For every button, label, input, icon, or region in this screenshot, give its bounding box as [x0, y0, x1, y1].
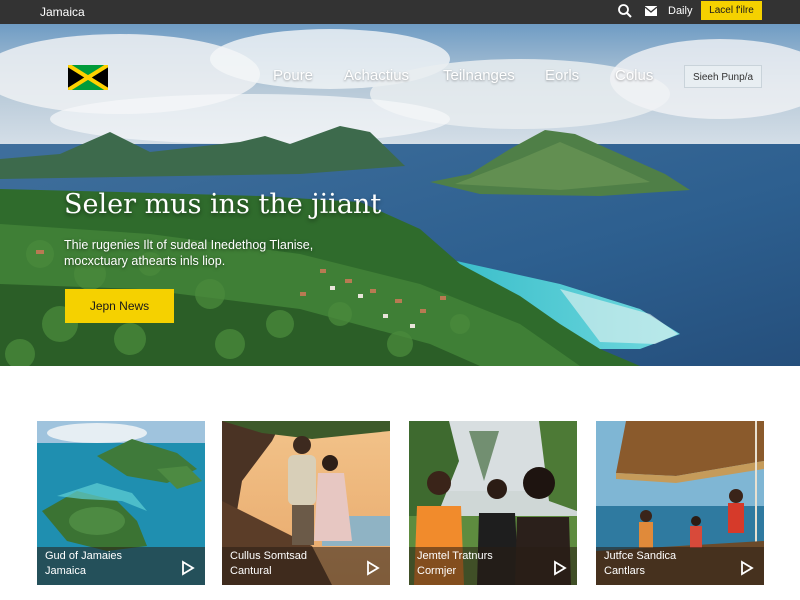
card-title: Gud of Jamaies Jamaica	[45, 550, 123, 577]
cta-button[interactable]: Jepn News	[65, 289, 174, 323]
card-1[interactable]: Gud of Jamaies Jamaica	[37, 421, 205, 585]
nav-item-1[interactable]: Poure	[273, 67, 313, 84]
play-icon[interactable]	[181, 560, 195, 576]
card-title: Cullus Somtsad Cantural	[230, 550, 308, 577]
nav-action-button[interactable]: Sieeh Punp/a	[684, 65, 762, 88]
hero-subtext: Thie rugenies Ilt of sudeal Inedethog Tl…	[64, 237, 354, 269]
top-bar: Jamaica Daily Lacel f'ilre	[0, 0, 800, 24]
top-action-button[interactable]: Lacel f'ilre	[701, 1, 762, 20]
card-caption: Jutfce Sandica Cantlars	[596, 547, 764, 585]
play-icon[interactable]	[553, 560, 567, 576]
card-title: Jutfce Sandica Cantlars	[604, 550, 677, 577]
daily-link[interactable]: Daily	[668, 5, 692, 17]
hero-subtext-line-2: mocxctuary athearts inls liop.	[64, 254, 226, 268]
card-2[interactable]: Cullus Somtsad Cantural	[222, 421, 390, 585]
play-icon[interactable]	[366, 560, 380, 576]
card-4[interactable]: Jutfce Sandica Cantlars	[596, 421, 764, 585]
hero-subtext-line-1: Thie rugenies Ilt of sudeal Inedethog Tl…	[64, 238, 314, 252]
jamaica-flag-icon[interactable]	[68, 65, 108, 90]
hero-headline: Seler mus ins the jiiant	[64, 189, 382, 220]
card-caption: Jemtel Tratnurs Cormjer	[409, 547, 577, 585]
mail-icon[interactable]	[643, 3, 659, 19]
brand-name[interactable]: Jamaica	[40, 5, 85, 19]
card-3[interactable]: Jemtel Tratnurs Cormjer	[409, 421, 577, 585]
nav-item-4[interactable]: Eorls	[545, 67, 579, 84]
card-title: Jemtel Tratnurs Cormjer	[417, 550, 493, 577]
card-caption: Cullus Somtsad Cantural	[222, 547, 390, 585]
hero-banner: Poure Achactius Teilnanges Eorls Colus S…	[0, 24, 800, 366]
search-icon[interactable]	[617, 3, 633, 19]
play-icon[interactable]	[740, 560, 754, 576]
nav-item-2[interactable]: Achactius	[344, 67, 409, 84]
card-caption: Gud of Jamaies Jamaica	[37, 547, 205, 585]
nav-item-3[interactable]: Teilnanges	[443, 67, 515, 84]
nav-item-5[interactable]: Colus	[615, 67, 653, 84]
